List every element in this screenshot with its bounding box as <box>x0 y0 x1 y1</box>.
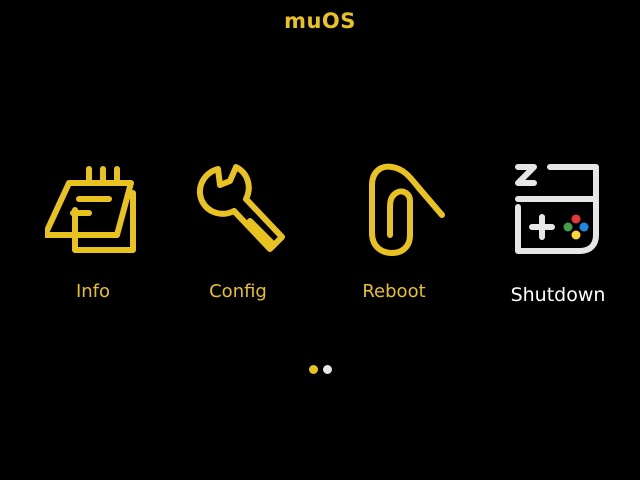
page-title: muOS <box>284 9 356 33</box>
sleeping-gameboy-icon <box>515 164 599 254</box>
menu-item-label: Config <box>209 281 267 302</box>
menu-item-label: Reboot <box>362 281 426 302</box>
menu-item-reboot[interactable]: Reboot <box>319 150 469 320</box>
page-dot <box>323 365 332 374</box>
page-dot-active <box>309 365 318 374</box>
paperclip-icon <box>369 163 445 256</box>
menu-item-label: Shutdown <box>510 284 606 306</box>
menu-item-config[interactable]: Config <box>163 150 313 320</box>
menu-item-shutdown[interactable]: Shutdown <box>483 150 633 320</box>
notepad-icon <box>45 166 136 253</box>
wrench-icon <box>197 164 285 252</box>
menu-item-label: Info <box>75 281 111 302</box>
menu-item-info[interactable]: Info <box>18 150 168 320</box>
